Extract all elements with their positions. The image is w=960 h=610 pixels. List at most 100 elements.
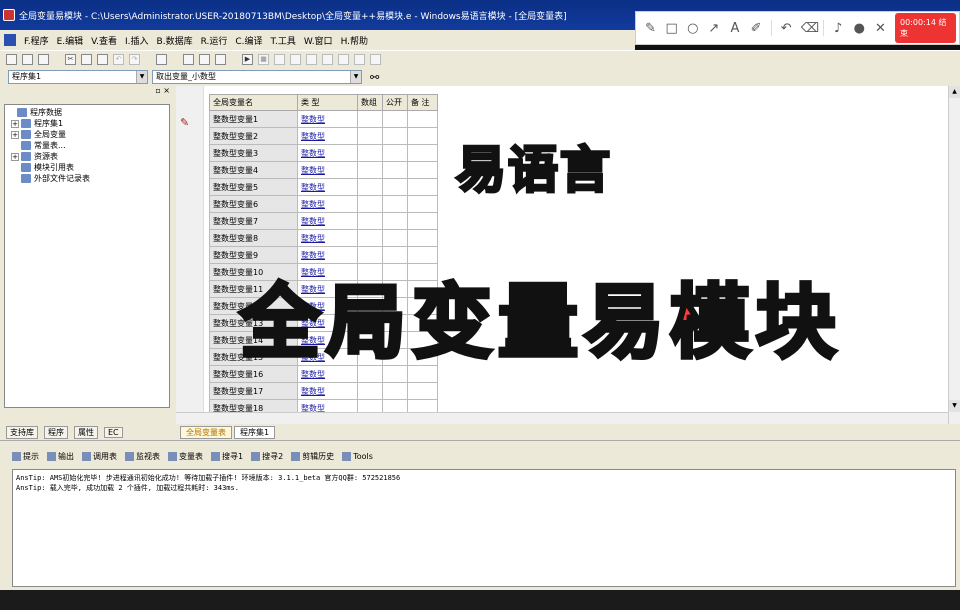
public-cell[interactable] — [382, 229, 408, 247]
step-icon[interactable] — [338, 54, 349, 65]
text-tool-icon[interactable]: A — [728, 21, 741, 36]
output-tab[interactable]: 变量表 — [168, 451, 203, 462]
open-folder-icon[interactable] — [22, 54, 33, 65]
remark-cell[interactable] — [407, 229, 438, 247]
variable-type-cell[interactable]: 整数型 — [297, 195, 358, 213]
tab-module-1[interactable]: 程序集1 — [234, 425, 276, 439]
menu-view[interactable]: V.查看 — [91, 34, 117, 47]
table-row[interactable]: 整数型变量7 整数型 — [209, 212, 438, 230]
variable-name-cell[interactable]: 整数型变量5 — [209, 178, 298, 196]
tree-item[interactable]: + 资源表 — [7, 151, 167, 162]
paste-icon[interactable] — [97, 54, 108, 65]
output-tab[interactable]: 提示 — [12, 451, 39, 462]
speaker-icon[interactable]: ♪ — [832, 21, 845, 36]
horizontal-scrollbar[interactable] — [176, 412, 948, 424]
microphone-icon[interactable]: ● — [853, 21, 866, 36]
variable-type-cell[interactable]: 整数型 — [297, 229, 358, 247]
public-cell[interactable] — [382, 127, 408, 145]
save-icon[interactable] — [38, 54, 49, 65]
menu-tools[interactable]: T.工具 — [271, 34, 296, 47]
tree-item[interactable]: 模块引用表 — [7, 162, 167, 173]
array-cell[interactable] — [357, 144, 383, 162]
binoculars-icon[interactable]: ⚯ — [370, 71, 379, 84]
public-cell[interactable] — [382, 144, 408, 162]
chevron-down-icon[interactable]: ▼ — [136, 71, 147, 83]
step-icon[interactable] — [306, 54, 317, 65]
array-cell[interactable] — [357, 178, 383, 196]
highlighter-icon[interactable]: ✐ — [750, 21, 763, 36]
undo-icon[interactable]: ↶ — [113, 54, 124, 65]
tree-item[interactable]: + 全局变量 — [7, 129, 167, 140]
step-icon[interactable] — [354, 54, 365, 65]
menu-help[interactable]: H.帮助 — [341, 34, 368, 47]
menu-compile[interactable]: C.编译 — [235, 34, 262, 47]
array-cell[interactable] — [357, 382, 383, 400]
tab-global-variable-table[interactable]: 全局变量表 — [180, 425, 232, 439]
tree-item[interactable]: 外部文件记录表 — [7, 173, 167, 184]
menu-database[interactable]: B.数据库 — [157, 34, 193, 47]
recording-stop-button[interactable]: 00:00:14 结束 — [894, 13, 956, 43]
table-row[interactable]: 整数型变量2 整数型 — [209, 127, 438, 145]
table-row[interactable]: 整数型变量17 整数型 — [209, 382, 438, 400]
table-row[interactable]: 整数型变量4 整数型 — [209, 161, 438, 179]
arrow-icon[interactable]: ↗ — [707, 21, 720, 36]
expand-icon[interactable]: + — [11, 130, 19, 139]
tab-support-library[interactable]: 支持库 — [6, 425, 38, 439]
remark-cell[interactable] — [407, 144, 438, 162]
copy-icon[interactable] — [81, 54, 92, 65]
stop-icon[interactable]: ■ — [258, 54, 269, 65]
array-cell[interactable] — [357, 229, 383, 247]
array-cell[interactable] — [357, 212, 383, 230]
table-row[interactable]: 整数型变量6 整数型 — [209, 195, 438, 213]
scroll-down-icon[interactable]: ▼ — [949, 400, 960, 412]
tree-item[interactable]: 常量表... — [7, 140, 167, 151]
circle-icon[interactable]: ○ — [686, 21, 699, 36]
pencil-icon[interactable]: ✎ — [644, 21, 657, 36]
table-row[interactable]: 整数型变量8 整数型 — [209, 229, 438, 247]
table-row[interactable]: 整数型变量1 整数型 — [209, 110, 438, 128]
menu-file[interactable]: F.程序 — [24, 34, 49, 47]
panel-pin-close[interactable]: ▫ × — [0, 86, 176, 100]
table-row[interactable]: 整数型变量3 整数型 — [209, 144, 438, 162]
variable-name-cell[interactable]: 整数型变量17 — [209, 382, 298, 400]
menu-run[interactable]: R.运行 — [201, 34, 228, 47]
output-tab[interactable]: Tools — [342, 452, 373, 461]
remark-cell[interactable] — [407, 127, 438, 145]
remark-cell[interactable] — [407, 212, 438, 230]
module-select[interactable]: 程序集1 ▼ — [8, 70, 148, 84]
window-icon[interactable] — [183, 54, 194, 65]
public-cell[interactable] — [382, 110, 408, 128]
trash-icon[interactable]: ⌫ — [801, 21, 819, 36]
redo-icon[interactable]: ↷ — [129, 54, 140, 65]
public-cell[interactable] — [382, 382, 408, 400]
variable-type-cell[interactable]: 整数型 — [297, 178, 358, 196]
output-tab[interactable]: 剪辑历史 — [291, 451, 334, 462]
array-cell[interactable] — [357, 195, 383, 213]
variable-name-cell[interactable]: 整数型变量2 — [209, 127, 298, 145]
variable-name-cell[interactable]: 整数型变量7 — [209, 212, 298, 230]
variable-name-cell[interactable]: 整数型变量1 — [209, 110, 298, 128]
find-icon[interactable] — [156, 54, 167, 65]
public-cell[interactable] — [382, 178, 408, 196]
tree-item[interactable]: 程序数据 — [7, 107, 167, 118]
output-tab[interactable]: 搜寻1 — [211, 451, 243, 462]
tab-properties[interactable]: 属性 — [74, 425, 98, 439]
step-icon[interactable] — [274, 54, 285, 65]
menu-edit[interactable]: E.编辑 — [57, 34, 84, 47]
run-icon[interactable]: ▶ — [242, 54, 253, 65]
new-file-icon[interactable] — [6, 54, 17, 65]
output-tab[interactable]: 调用表 — [82, 451, 117, 462]
variable-type-cell[interactable]: 整数型 — [297, 212, 358, 230]
tab-ec[interactable]: EC — [104, 426, 123, 438]
remark-cell[interactable] — [407, 161, 438, 179]
variable-name-cell[interactable]: 整数型变量3 — [209, 144, 298, 162]
menu-window[interactable]: W.窗口 — [304, 34, 333, 47]
rectangle-icon[interactable]: □ — [665, 21, 678, 36]
undo-icon[interactable]: ↶ — [780, 21, 793, 36]
step-icon[interactable] — [290, 54, 301, 65]
public-cell[interactable] — [382, 195, 408, 213]
subroutine-select[interactable]: 取出变量_小数型 ▼ — [152, 70, 362, 84]
variable-name-cell[interactable]: 整数型变量6 — [209, 195, 298, 213]
variable-type-cell[interactable]: 整数型 — [297, 110, 358, 128]
output-tab[interactable]: 搜寻2 — [251, 451, 283, 462]
